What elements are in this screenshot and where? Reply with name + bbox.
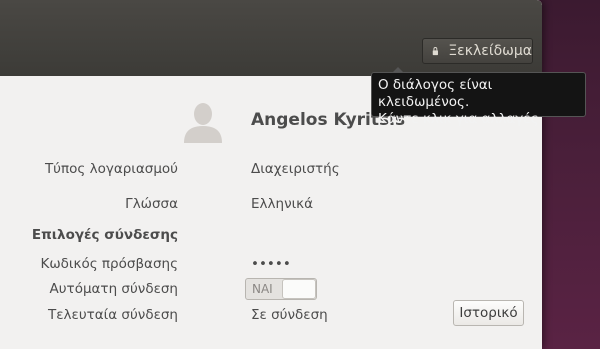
tooltip-line-1: Ο διάλογος είναι κλειδωμένος. xyxy=(378,77,493,110)
account-type-label: Τύπος λογαριασμού xyxy=(44,161,178,177)
last-login-value: Σε σύνδεση xyxy=(251,307,328,323)
toggle-knob[interactable] xyxy=(282,279,316,299)
history-button[interactable]: Ιστορικό xyxy=(453,300,524,326)
password-label: Κωδικός πρόσβασης xyxy=(40,256,178,272)
tooltip-arrow xyxy=(392,67,404,73)
locked-tooltip: Ο διάλογος είναι κλειδωμένος. Κάντε κλικ… xyxy=(371,67,586,127)
lock-icon xyxy=(432,47,438,56)
user-avatar-icon[interactable] xyxy=(182,101,224,143)
tooltip-line-2: Κάντε κλικ για αλλαγές xyxy=(378,111,539,127)
account-type-value[interactable]: Διαχειριστής xyxy=(251,161,340,177)
last-login-label: Τελευταία σύνδεση xyxy=(47,307,178,323)
toggle-on-text: ΝΑΙ xyxy=(252,282,273,296)
auto-login-label: Αυτόματη σύνδεση xyxy=(49,281,178,297)
password-value[interactable]: ••••• xyxy=(251,256,291,272)
unlock-button[interactable]: Ξεκλείδωμα xyxy=(422,38,533,64)
language-label: Γλώσσα xyxy=(125,196,178,212)
user-accounts-window: Ξεκλείδωμα Angelos Kyritsis Τύπος λογαρι… xyxy=(0,0,542,349)
unlock-button-label: Ξεκλείδωμα xyxy=(448,43,532,59)
auto-login-toggle[interactable]: ΝΑΙ xyxy=(245,278,317,300)
language-value[interactable]: Ελληνικά xyxy=(251,196,313,212)
header-bar: Ξεκλείδωμα xyxy=(0,0,542,76)
login-options-heading: Επιλογές σύνδεσης xyxy=(31,227,178,243)
